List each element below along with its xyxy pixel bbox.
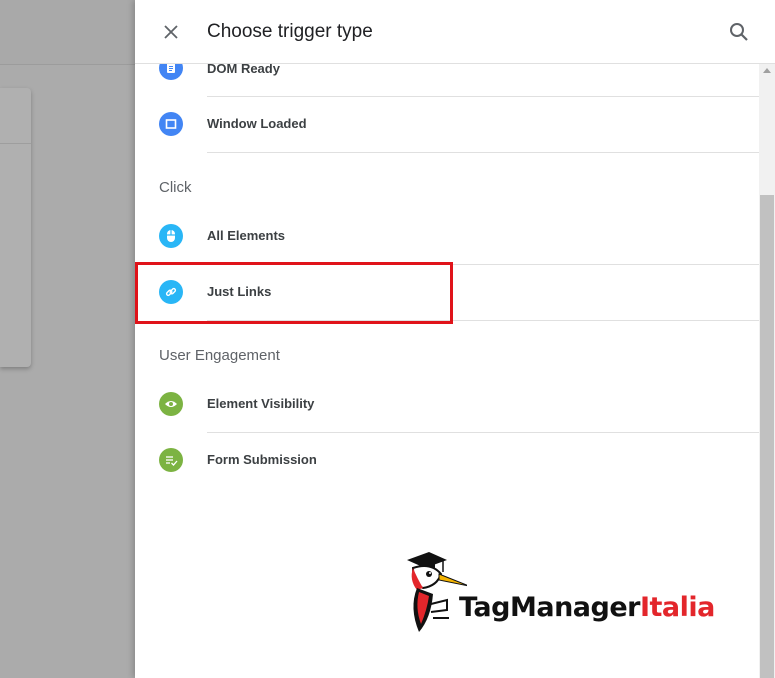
logo-wordmark: TagManagerItalia — [459, 592, 715, 623]
form-icon — [159, 448, 183, 472]
background-header — [0, 0, 140, 65]
trigger-type-panel: DOM Ready Window Loaded Click All Elemen… — [135, 0, 775, 678]
highlight-box — [135, 262, 453, 324]
scrollbar-thumb[interactable] — [760, 195, 774, 678]
window-icon — [159, 112, 183, 136]
panel-title: Choose trigger type — [207, 21, 373, 42]
eye-icon — [159, 392, 183, 416]
divider — [207, 152, 759, 153]
trigger-item-label: Form Submission — [207, 452, 317, 467]
trigger-item-label: Element Visibility — [207, 396, 315, 411]
logo-brand-suffix: Italia — [639, 592, 715, 623]
background-card-divider — [0, 143, 31, 144]
close-icon — [164, 25, 178, 39]
background-card — [0, 88, 31, 367]
trigger-item-window-loaded[interactable]: Window Loaded — [135, 96, 759, 152]
logo-brand: TagManager — [459, 592, 640, 623]
trigger-type-list: DOM Ready Window Loaded Click All Elemen… — [135, 0, 759, 678]
section-heading-user-engagement: User Engagement — [159, 347, 280, 364]
section-heading-click: Click — [159, 179, 192, 196]
trigger-item-form-submission[interactable]: Form Submission — [135, 432, 759, 488]
trigger-item-label: All Elements — [207, 228, 286, 243]
mouse-icon — [159, 224, 183, 248]
tagmanageritalia-logo: TagManagerItalia — [403, 548, 733, 640]
trigger-item-element-visibility[interactable]: Element Visibility — [135, 376, 759, 432]
trigger-item-label: Window Loaded — [207, 116, 307, 131]
search-icon — [730, 23, 748, 41]
close-button[interactable] — [159, 20, 183, 44]
scroll-up-arrow[interactable] — [763, 68, 771, 73]
trigger-item-all-elements[interactable]: All Elements — [135, 208, 759, 264]
woodpecker-mascot-icon — [407, 552, 470, 632]
search-button[interactable] — [727, 20, 751, 44]
panel-header: Choose trigger type — [135, 0, 775, 64]
